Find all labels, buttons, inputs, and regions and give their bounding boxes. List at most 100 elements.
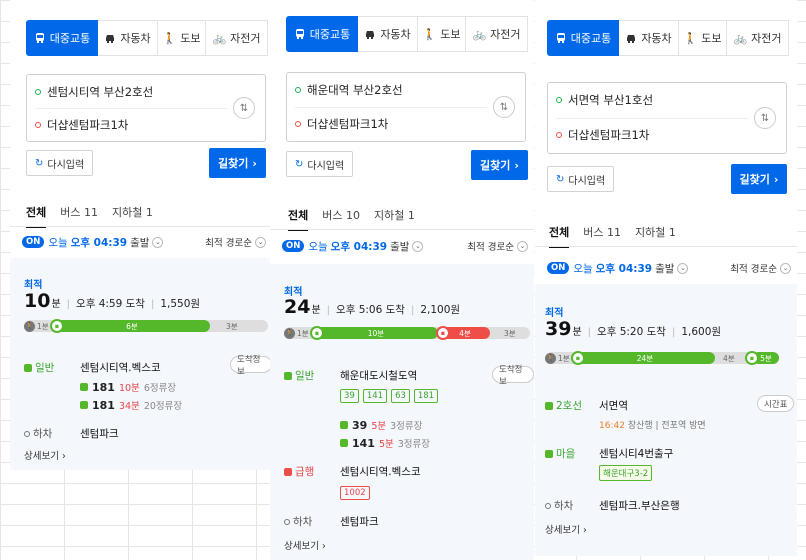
alight-label: 하차 [293, 516, 313, 528]
walk-time: 1분 [558, 353, 570, 363]
bus-square-icon [24, 363, 32, 372]
on-badge[interactable]: ON [282, 240, 305, 252]
transfer-station[interactable]: 센텀시티역.벡스코 [340, 464, 421, 479]
alight-dot-icon [545, 502, 551, 509]
tab-subway[interactable]: 지하철 1 [112, 204, 153, 228]
detail-link[interactable]: 상세보기 › [24, 448, 66, 462]
step-tag: 마을 [545, 446, 575, 461]
depart-time[interactable]: 오후 04:39 [596, 261, 652, 276]
tab-bus[interactable]: 버스 10 [322, 207, 360, 231]
start-field[interactable]: 센텀시티역 부산2호선 [35, 84, 153, 100]
search-route-button[interactable]: 길찾기 › [471, 150, 528, 180]
mode-car[interactable]: 자동차 [98, 20, 158, 56]
sort-dropdown[interactable]: 최적 경로순 ⌄ [205, 235, 266, 249]
tab-all[interactable]: 전체 [288, 207, 309, 231]
boarding-station[interactable]: 센텀시티역.벡스코 [80, 360, 161, 375]
timetable-button[interactable]: 시간표 [757, 395, 795, 412]
search-route-button[interactable]: 길찾기 › [731, 164, 787, 194]
walk-time: 4분 [723, 353, 735, 363]
step-transfer: 마을 [545, 446, 575, 461]
mode-public-transit[interactable]: 대중교통 [26, 20, 98, 56]
end-field[interactable]: 더샵센텀파크1차 [556, 127, 649, 143]
chevron-down-icon[interactable]: ⌄ [677, 262, 689, 274]
bus-node-icon: ▪ [50, 319, 64, 333]
bus-option-row[interactable]: 181 10분 6정류장 [80, 380, 176, 394]
mode-bicycle[interactable]: 🚲 자전거 [206, 20, 268, 56]
alight-station: 센텀파크 [80, 428, 119, 440]
walk-segment: 4분 [723, 352, 735, 364]
chevron-down-icon[interactable]: ⌄ [412, 240, 424, 252]
chevron-down-icon[interactable]: ⌄ [152, 236, 164, 248]
swap-icon[interactable]: ⇅ [493, 96, 515, 118]
bus-chip[interactable]: 63 [391, 389, 410, 403]
start-field[interactable]: 해운대역 부산2호선 [295, 82, 403, 98]
mode-public-transit[interactable]: 대중교통 [547, 20, 619, 56]
best-label: 최적 [24, 280, 43, 291]
reset-button[interactable]: ↻ 다시입력 [286, 151, 354, 177]
arrival-info-button[interactable]: 도착정보 [492, 365, 534, 387]
mode-bicycle[interactable]: 🚲 자전거 [727, 20, 789, 56]
alight-label: 하차 [33, 428, 53, 440]
best-label: 최적 [545, 308, 564, 319]
search-route-button[interactable]: 길찾기 › [209, 148, 266, 178]
depart-time[interactable]: 오후 04:39 [331, 239, 387, 254]
swap-icon[interactable]: ⇅ [233, 97, 255, 119]
tab-all[interactable]: 전체 [26, 204, 47, 228]
sort-dropdown[interactable]: 최적 경로순 ⌄ [730, 261, 791, 275]
boarding-station[interactable]: 서면역 [599, 398, 628, 413]
on-badge[interactable]: ON [22, 236, 45, 248]
swap-icon[interactable]: ⇅ [754, 107, 776, 129]
mode-walk[interactable]: 🚶 도보 [418, 16, 466, 52]
tab-bus[interactable]: 버스 11 [583, 224, 621, 248]
bus-number: 181 [92, 398, 115, 412]
walk-icon: 🚶 [422, 27, 437, 41]
bus-number: 39 [352, 418, 368, 432]
express-bus-chip[interactable]: 1002 [340, 486, 370, 500]
route-timeline-bar: 🚶 1분 10분 ▪ 4분 ▪ 3분 [284, 326, 530, 340]
end-field[interactable]: 더샵센텀파크1차 [295, 116, 388, 132]
sort-dropdown[interactable]: 최적 경로순 ⌄ [467, 239, 528, 253]
tab-subway[interactable]: 지하철 1 [374, 207, 415, 231]
bus-chip[interactable]: 181 [413, 389, 439, 403]
tab-bus[interactable]: 버스 11 [60, 204, 98, 228]
end-field[interactable]: 더샵센텀파크1차 [35, 117, 128, 133]
bus-chip[interactable]: 141 [362, 389, 388, 403]
start-field[interactable]: 서면역 부산1호선 [556, 92, 653, 108]
tab-all[interactable]: 전체 [549, 224, 570, 248]
transfer-station[interactable]: 센텀시티4번출구 [599, 446, 673, 461]
on-badge[interactable]: ON [547, 262, 570, 274]
step-tag-label: 일반 [35, 362, 55, 374]
detail-link[interactable]: 상세보기 › [284, 538, 326, 552]
mode-car[interactable]: 자동차 [619, 20, 679, 56]
subway-direction: 장산행 | 전포역 방면 [627, 421, 706, 431]
bus-option-row[interactable]: 39 5분 3정류장 [340, 418, 422, 432]
bus-number: 181 [92, 380, 115, 394]
mode-walk[interactable]: 🚶 도보 [158, 20, 206, 56]
express-bus-node-icon: ▪ [436, 326, 450, 340]
mode-public-transit[interactable]: 대중교통 [286, 16, 358, 52]
village-bus-chip[interactable]: 해운대구3-2 [599, 465, 653, 481]
reset-button[interactable]: ↻ 다시입력 [26, 150, 94, 176]
step-tag: 2호선 [545, 398, 582, 413]
bus-chip-list: 39 141 63 181 [340, 389, 439, 403]
boarding-station[interactable]: 해운대도시철도역 [340, 368, 417, 383]
mode-label: 자동차 [120, 32, 151, 45]
arrival-info-button[interactable]: 도착정보 [230, 355, 272, 377]
depart-time[interactable]: 오후 04:39 [71, 235, 127, 250]
bus-option-row[interactable]: 141 5분 3정류장 [340, 436, 430, 450]
bus-option-row[interactable]: 181 34분 20정류장 [80, 398, 182, 412]
mode-bicycle[interactable]: 🚲 자전거 [466, 16, 528, 52]
fare: 1,600원 [681, 326, 722, 338]
car-icon [106, 35, 115, 43]
walk-time: 1분 [37, 321, 49, 331]
bus-chip[interactable]: 39 [340, 389, 359, 403]
walk-segment: 🚶 1분 [545, 352, 570, 364]
walk-segment: 3분 [226, 320, 238, 332]
mode-walk[interactable]: 🚶 도보 [679, 20, 727, 56]
mode-car[interactable]: 자동차 [358, 16, 418, 52]
detail-link[interactable]: 상세보기 › [545, 522, 587, 536]
bicycle-icon: 🚲 [733, 31, 748, 45]
mode-label: 도보 [180, 32, 201, 45]
reset-button[interactable]: ↻ 다시입력 [547, 166, 615, 192]
tab-subway[interactable]: 지하철 1 [635, 224, 676, 248]
